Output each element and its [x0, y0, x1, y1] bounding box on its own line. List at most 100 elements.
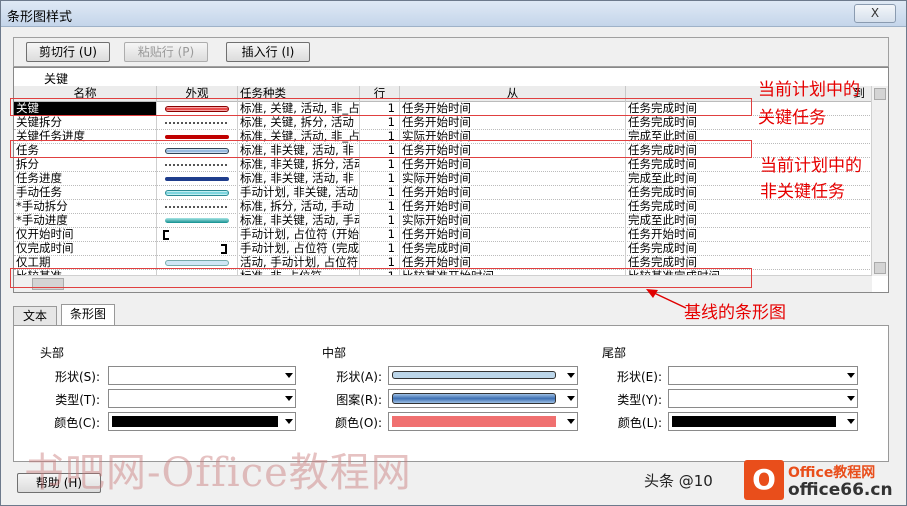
- cell-from[interactable]: 任务开始时间: [400, 158, 626, 172]
- tail-color-label: 颜色(L):: [617, 416, 662, 430]
- scroll-up-arrow[interactable]: [874, 88, 886, 100]
- insert-row-button[interactable]: 插入行 (I): [226, 42, 310, 62]
- table-row[interactable]: *手动进度 标准, 非关键, 活动, 手动 1 实际开始时间 完成至此时间: [14, 214, 872, 228]
- cell-from[interactable]: 任务开始时间: [400, 116, 626, 130]
- bar-swatch: [165, 190, 229, 196]
- title-bar: 条形图样式 X: [1, 1, 906, 27]
- tail-type-select[interactable]: [668, 389, 858, 408]
- cell-to[interactable]: 任务开始时间: [626, 228, 872, 242]
- annotation-arrow: [646, 289, 687, 309]
- annotation-noncritical: 当前计划中的 非关键任务: [760, 156, 862, 202]
- table-row[interactable]: 仅完成时间 手动计划, 占位符 (完成 1 任务完成时间 任务完成时间: [14, 242, 872, 256]
- cell-from[interactable]: 任务完成时间: [400, 242, 626, 256]
- table-row[interactable]: 仅开始时间 手动计划, 占位符 (开始 1 任务开始时间 任务开始时间: [14, 228, 872, 242]
- close-button[interactable]: X: [854, 4, 896, 23]
- middle-shape-label: 形状(A):: [336, 370, 382, 384]
- watermark: 书吧网-Office教程网: [24, 450, 412, 496]
- table-row[interactable]: 拆分 标准, 非关键, 拆分, 活动 1 任务开始时间 任务完成时间: [14, 158, 872, 172]
- table-row[interactable]: 手动任务 手动计划, 非关键, 活动 1 任务开始时间 任务完成时间: [14, 186, 872, 200]
- cut-row-button[interactable]: 剪切行 (U): [26, 42, 110, 62]
- tail-group-title: 尾部: [602, 346, 627, 360]
- cell-name[interactable]: 关键拆分: [14, 116, 157, 130]
- cell-appearance[interactable]: [157, 228, 238, 242]
- cell-name[interactable]: *手动进度: [14, 214, 157, 228]
- head-type-select[interactable]: [108, 389, 296, 408]
- cell-editor[interactable]: 关键: [14, 68, 872, 86]
- bar-swatch: [165, 218, 229, 223]
- cell-row[interactable]: 1: [360, 200, 400, 214]
- dialog-title: 条形图样式: [7, 10, 73, 25]
- cell-row[interactable]: 1: [360, 242, 400, 256]
- task-row-highlight: [10, 140, 752, 158]
- head-shape-select[interactable]: [108, 366, 296, 385]
- cell-row[interactable]: 1: [360, 158, 400, 172]
- cell-type[interactable]: 标准, 非关键, 活动, 手动: [238, 214, 360, 228]
- cell-name[interactable]: *手动拆分: [14, 200, 157, 214]
- scroll-down-arrow[interactable]: [874, 262, 886, 274]
- annotation-baseline: 基线的条形图: [684, 303, 786, 323]
- cell-name[interactable]: 仅完成时间: [14, 242, 157, 256]
- middle-color-select[interactable]: [388, 412, 578, 431]
- cell-appearance[interactable]: [157, 116, 238, 130]
- cell-type[interactable]: 标准, 拆分, 活动, 手动: [238, 200, 360, 214]
- middle-pattern-label: 图案(R):: [336, 393, 382, 407]
- cell-from[interactable]: 任务开始时间: [400, 200, 626, 214]
- source-label: 头条 @10: [644, 472, 713, 490]
- middle-shape-select[interactable]: [388, 366, 578, 385]
- head-shape-label: 形状(S):: [54, 370, 100, 384]
- cell-appearance[interactable]: [157, 186, 238, 200]
- cell-row[interactable]: 1: [360, 116, 400, 130]
- cell-from[interactable]: 实际开始时间: [400, 172, 626, 186]
- cell-appearance[interactable]: [157, 242, 238, 256]
- cell-appearance[interactable]: [157, 158, 238, 172]
- office-logo: O Office教程网 office66.cn: [744, 460, 904, 504]
- cell-type[interactable]: 手动计划, 非关键, 活动: [238, 186, 360, 200]
- cell-from[interactable]: 实际开始时间: [400, 214, 626, 228]
- cell-row[interactable]: 1: [360, 214, 400, 228]
- cell-appearance[interactable]: [157, 172, 238, 186]
- bar-swatch: [165, 164, 229, 166]
- head-color-select[interactable]: [108, 412, 296, 431]
- cell-from[interactable]: 任务开始时间: [400, 186, 626, 200]
- tail-shape-label: 形状(E):: [617, 370, 662, 384]
- table-row[interactable]: *手动拆分 标准, 拆分, 活动, 手动 1 任务开始时间 任务完成时间: [14, 200, 872, 214]
- vertical-scrollbar[interactable]: [871, 86, 888, 276]
- cell-appearance[interactable]: [157, 214, 238, 228]
- bar-swatch: [165, 177, 229, 181]
- cell-type[interactable]: 标准, 非关键, 拆分, 活动: [238, 158, 360, 172]
- cell-row[interactable]: 1: [360, 172, 400, 186]
- cell-type[interactable]: 手动计划, 占位符 (完成: [238, 242, 360, 256]
- cell-from[interactable]: 任务开始时间: [400, 228, 626, 242]
- cell-appearance[interactable]: [157, 200, 238, 214]
- cell-to[interactable]: 完成至此时间: [626, 214, 872, 228]
- table-row[interactable]: 任务进度 标准, 非关键, 活动, 非 1 实际开始时间 完成至此时间: [14, 172, 872, 186]
- bar-swatch: [163, 230, 169, 240]
- bar-swatch: [165, 122, 229, 124]
- table-row[interactable]: 关键拆分 标准, 关键, 拆分, 活动 1 任务开始时间 任务完成时间: [14, 116, 872, 130]
- cell-to[interactable]: 任务完成时间: [626, 242, 872, 256]
- tail-type-label: 类型(Y):: [617, 393, 662, 407]
- paste-row-button[interactable]: 粘贴行 (P): [124, 42, 208, 62]
- head-group-title: 头部: [40, 346, 65, 360]
- cell-name[interactable]: 任务进度: [14, 172, 157, 186]
- tab-bar[interactable]: 条形图: [61, 304, 115, 327]
- tail-shape-select[interactable]: [668, 366, 858, 385]
- tab-text[interactable]: 文本: [13, 306, 57, 326]
- middle-color-label: 颜色(O):: [335, 416, 382, 430]
- middle-pattern-select[interactable]: [388, 389, 578, 408]
- tail-color-select[interactable]: [668, 412, 858, 431]
- cell-name[interactable]: 仅开始时间: [14, 228, 157, 242]
- cell-row[interactable]: 1: [360, 228, 400, 242]
- bar-swatch: [165, 135, 229, 139]
- cell-type[interactable]: 手动计划, 占位符 (开始: [238, 228, 360, 242]
- cell-name[interactable]: 手动任务: [14, 186, 157, 200]
- row-toolbar: 剪切行 (U) 粘贴行 (P) 插入行 (I): [13, 37, 889, 67]
- bar-swatch: [221, 244, 227, 254]
- cell-row[interactable]: 1: [360, 186, 400, 200]
- office-logo-icon: O: [744, 460, 784, 500]
- cell-type[interactable]: 标准, 关键, 拆分, 活动: [238, 116, 360, 130]
- bar-swatch: [165, 206, 229, 208]
- critical-row-highlight: [10, 98, 752, 116]
- cell-type[interactable]: 标准, 非关键, 活动, 非: [238, 172, 360, 186]
- cell-name[interactable]: 拆分: [14, 158, 157, 172]
